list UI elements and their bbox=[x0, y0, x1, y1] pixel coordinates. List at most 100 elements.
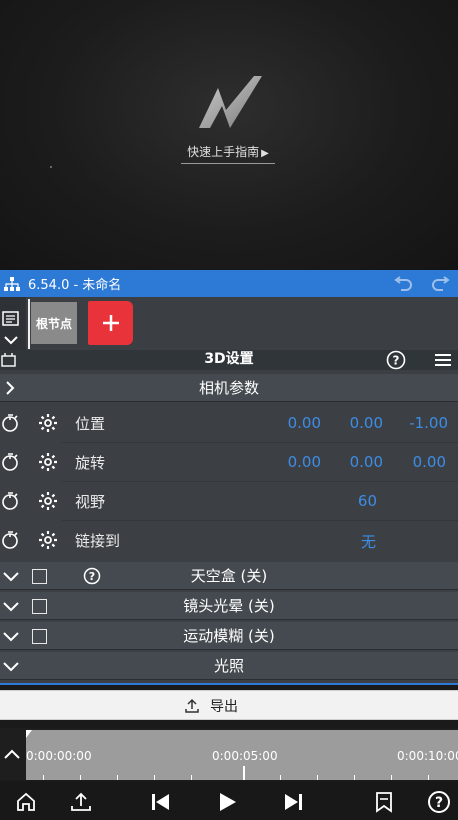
gear-icon[interactable] bbox=[38, 452, 58, 472]
export-label: 导出 bbox=[210, 699, 238, 715]
play-triangle-icon: ▶ bbox=[261, 148, 269, 159]
play-button[interactable] bbox=[213, 788, 241, 816]
section-label: 运动模糊 (关) bbox=[183, 627, 275, 645]
share-button[interactable] bbox=[67, 788, 95, 816]
section-label: 天空盒 (关) bbox=[190, 567, 268, 585]
lens-flare-section[interactable]: 镜头光晕 (关) bbox=[0, 592, 458, 620]
undo-button[interactable] bbox=[386, 270, 422, 297]
param-value-fov[interactable]: 60 bbox=[317, 492, 377, 510]
timeline-tick bbox=[428, 775, 429, 780]
skybox-section[interactable]: ? 天空盒 (关) bbox=[0, 562, 458, 590]
node-separator bbox=[28, 299, 30, 349]
param-label: 视野 bbox=[75, 493, 106, 511]
svg-text:?: ? bbox=[435, 795, 443, 811]
guide-link-label: 快速上手指南 bbox=[187, 145, 260, 159]
skip-forward-icon bbox=[285, 794, 302, 810]
root-node-chip[interactable]: 根节点 bbox=[31, 302, 77, 344]
timeline-tick bbox=[280, 775, 281, 780]
panel-bottom-accent bbox=[0, 683, 458, 685]
param-row-fov: 视野 60 bbox=[0, 481, 458, 520]
preview-dot bbox=[50, 166, 52, 168]
preview-area: 快速上手指南 ▶ bbox=[0, 0, 458, 270]
redo-icon bbox=[432, 275, 450, 291]
undo-icon bbox=[394, 275, 412, 291]
timeline-tick-label: 0:00:05:00 bbox=[212, 749, 278, 763]
svg-text:?: ? bbox=[393, 354, 400, 368]
param-label: 位置 bbox=[75, 415, 106, 433]
param-value-link[interactable]: 无 bbox=[316, 531, 376, 552]
node-row: 根节点 bbox=[0, 297, 458, 351]
home-button[interactable] bbox=[12, 788, 40, 816]
timeline-tick bbox=[80, 775, 81, 780]
param-row-position: 位置 0.00 0.00 -1.00 bbox=[0, 403, 458, 442]
timeline-tick-label: 0:00:10:00 bbox=[397, 749, 458, 763]
camera-params-section[interactable]: 相机参数 bbox=[0, 374, 458, 402]
settings-3d-header: 3D设置 ? bbox=[0, 350, 458, 370]
skip-forward-button[interactable] bbox=[280, 788, 308, 816]
lighting-section[interactable]: 光照 bbox=[0, 652, 458, 680]
gear-icon[interactable] bbox=[38, 413, 58, 433]
help-icon: ? bbox=[428, 791, 450, 813]
param-value-x[interactable]: 0.00 bbox=[261, 453, 321, 471]
plus-icon bbox=[102, 315, 119, 331]
timeline-expand-button[interactable] bbox=[0, 728, 24, 780]
timeline-major-tick bbox=[243, 766, 245, 780]
home-icon bbox=[17, 792, 35, 811]
export-icon bbox=[185, 698, 199, 713]
project-title: 6.54.0 - 未命名 bbox=[28, 278, 122, 293]
row-divider bbox=[62, 442, 458, 443]
stopwatch-icon[interactable] bbox=[1, 413, 21, 433]
param-label: 链接到 bbox=[75, 532, 121, 550]
redo-button[interactable] bbox=[422, 270, 458, 297]
param-value-y[interactable]: 0.00 bbox=[323, 453, 383, 471]
timeline-tick bbox=[154, 775, 155, 780]
param-value-z[interactable]: -1.00 bbox=[388, 414, 448, 432]
skip-back-button[interactable] bbox=[146, 788, 174, 816]
gear-icon[interactable] bbox=[38, 530, 58, 550]
export-button[interactable]: 导出 bbox=[0, 690, 458, 720]
chevron-up-icon bbox=[4, 749, 20, 759]
section-label: 相机参数 bbox=[198, 379, 259, 397]
help-icon[interactable]: ? bbox=[386, 350, 406, 370]
stopwatch-icon[interactable] bbox=[1, 491, 21, 511]
timeline: 0:00:00:00 0:00:05:00 0:00:10:00 bbox=[0, 728, 458, 780]
playhead-marker[interactable] bbox=[26, 730, 32, 738]
row-divider bbox=[62, 481, 458, 482]
param-value-y[interactable]: 0.00 bbox=[323, 414, 383, 432]
timeline-tick bbox=[391, 775, 392, 780]
layers-icon[interactable] bbox=[2, 311, 20, 327]
row-divider bbox=[62, 520, 458, 521]
section-label: 光照 bbox=[213, 657, 244, 675]
node-tree-icon[interactable] bbox=[0, 270, 24, 297]
bookmark-button[interactable] bbox=[370, 788, 398, 816]
title-bar: 6.54.0 - 未命名 bbox=[0, 270, 458, 297]
param-value-z[interactable]: 0.00 bbox=[386, 453, 446, 471]
timeline-tick bbox=[191, 775, 192, 780]
param-row-link: 链接到 无 bbox=[0, 520, 458, 559]
stopwatch-icon[interactable] bbox=[1, 452, 21, 472]
timeline-ruler[interactable]: 0:00:00:00 0:00:05:00 0:00:10:00 bbox=[26, 730, 458, 780]
timeline-tick bbox=[354, 775, 355, 780]
add-node-button[interactable] bbox=[88, 301, 133, 345]
timeline-tick bbox=[43, 775, 44, 780]
gear-icon[interactable] bbox=[38, 491, 58, 511]
skip-back-icon bbox=[152, 794, 169, 810]
timeline-tick bbox=[117, 775, 118, 780]
stopwatch-icon[interactable] bbox=[1, 530, 21, 550]
quick-start-guide-link[interactable]: 快速上手指南 ▶ bbox=[181, 142, 275, 164]
param-value-x[interactable]: 0.00 bbox=[261, 414, 321, 432]
bottom-toolbar: ? bbox=[0, 782, 458, 820]
param-label: 旋转 bbox=[75, 454, 106, 472]
play-icon bbox=[220, 793, 236, 811]
menu-icon[interactable] bbox=[434, 352, 452, 368]
app-logo bbox=[199, 76, 262, 128]
help-button[interactable]: ? bbox=[425, 788, 453, 816]
chevron-down-icon[interactable] bbox=[3, 335, 19, 345]
timeline-tick-label: 0:00:00:00 bbox=[26, 749, 92, 763]
motion-blur-section[interactable]: 运动模糊 (关) bbox=[0, 622, 458, 650]
upload-icon bbox=[71, 792, 91, 811]
timeline-tick bbox=[317, 775, 318, 780]
bookmark-icon bbox=[376, 792, 392, 813]
node-row-side bbox=[0, 297, 26, 351]
section-label: 镜头光晕 (关) bbox=[183, 597, 275, 615]
